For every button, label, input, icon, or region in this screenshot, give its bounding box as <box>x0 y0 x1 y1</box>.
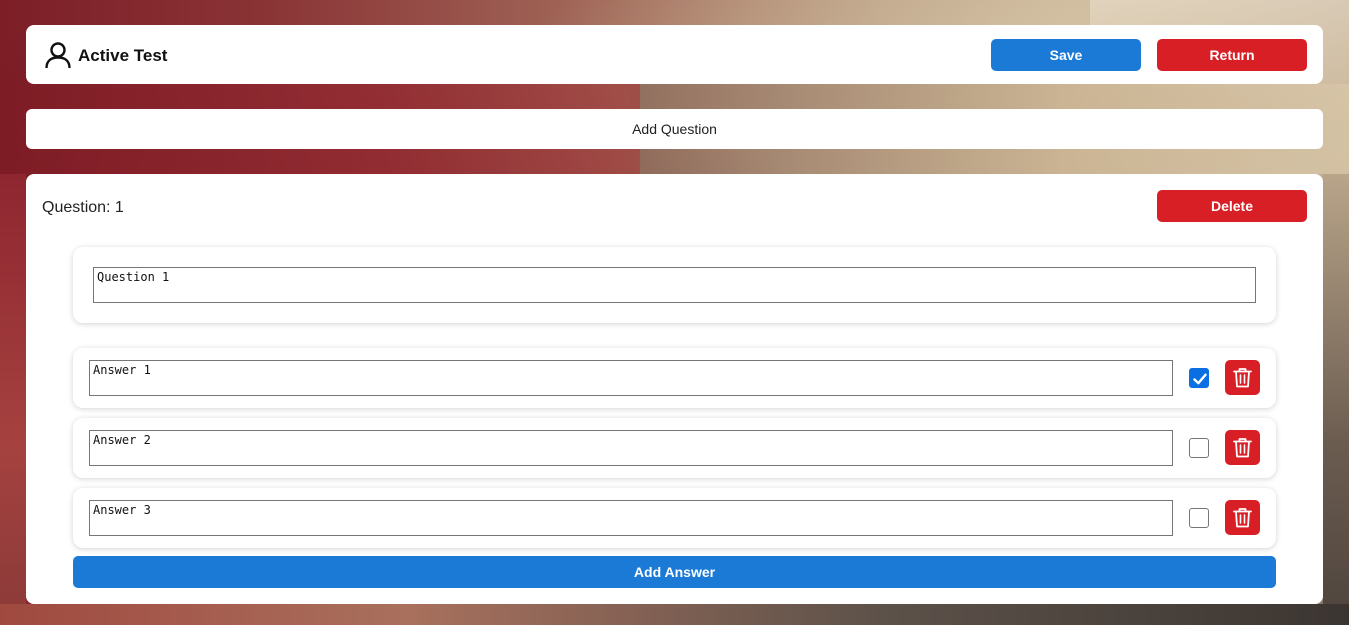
header-bar: Active Test Save Return <box>26 25 1323 84</box>
answer-row: Answer 1 <box>73 348 1276 408</box>
return-button[interactable]: Return <box>1157 39 1307 71</box>
delete-question-button[interactable]: Delete <box>1157 190 1307 222</box>
answer-text-field[interactable]: Answer 3 <box>89 500 1173 536</box>
question-number-label: Question: 1 <box>42 199 124 216</box>
answer-text-field[interactable]: Answer 2 <box>89 430 1173 466</box>
user-icon <box>44 41 72 69</box>
question-text-box: Question 1 <box>73 247 1276 323</box>
save-button[interactable]: Save <box>991 39 1141 71</box>
question-text-field[interactable]: Question 1 <box>93 267 1256 303</box>
correct-answer-checkbox[interactable] <box>1189 368 1209 388</box>
answer-text-field[interactable]: Answer 1 <box>89 360 1173 396</box>
question-card: Question: 1 Delete Question 1 Answer 1 A… <box>26 174 1323 604</box>
delete-answer-button[interactable] <box>1225 360 1260 395</box>
answer-row: Answer 2 <box>73 418 1276 478</box>
delete-answer-button[interactable] <box>1225 500 1260 535</box>
correct-answer-checkbox[interactable] <box>1189 438 1209 458</box>
page-title: Active Test <box>78 46 168 65</box>
correct-answer-checkbox[interactable] <box>1189 508 1209 528</box>
add-question-button[interactable]: Add Question <box>26 109 1323 149</box>
add-answer-button[interactable]: Add Answer <box>73 556 1276 588</box>
answer-row: Answer 3 <box>73 488 1276 548</box>
delete-answer-button[interactable] <box>1225 430 1260 465</box>
